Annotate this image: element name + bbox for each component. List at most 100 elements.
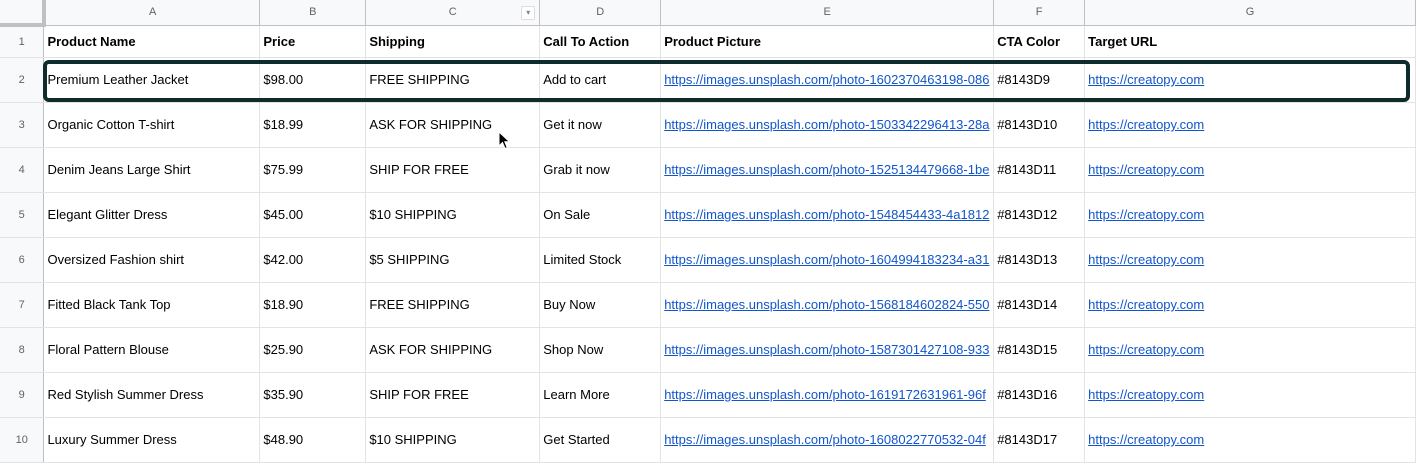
cell-picture[interactable]: https://images.unsplash.com/photo-158730… bbox=[660, 327, 995, 373]
row-number[interactable]: 10 bbox=[0, 417, 45, 463]
cell-cta[interactable]: Get it now bbox=[539, 102, 662, 148]
column-header-g[interactable]: G bbox=[1084, 0, 1416, 26]
cell-picture[interactable]: https://images.unsplash.com/photo-152513… bbox=[660, 147, 995, 193]
cell-cta[interactable]: Limited Stock bbox=[539, 237, 662, 283]
row-number[interactable]: 8 bbox=[0, 327, 45, 373]
cell-cta[interactable]: Get Started bbox=[539, 417, 662, 463]
cell-target-url[interactable]: https://creatopy.com bbox=[1084, 417, 1416, 463]
cell-picture[interactable]: https://images.unsplash.com/photo-150334… bbox=[660, 102, 995, 148]
header-cell-cta-color[interactable]: CTA Color bbox=[993, 25, 1086, 58]
picture-link[interactable]: https://images.unsplash.com/photo-161917… bbox=[664, 387, 986, 402]
target-url-link[interactable]: https://creatopy.com bbox=[1088, 432, 1204, 447]
cell-product-name[interactable]: Fitted Black Tank Top bbox=[43, 282, 261, 328]
cell-cta-color[interactable]: #8143D12 bbox=[993, 192, 1086, 238]
cell-cta[interactable]: Shop Now bbox=[539, 327, 662, 373]
cell-product-name[interactable]: Oversized Fashion shirt bbox=[43, 237, 261, 283]
cell-cta[interactable]: On Sale bbox=[539, 192, 662, 238]
cell-cta-color[interactable]: #8143D16 bbox=[993, 372, 1086, 418]
row-number[interactable]: 6 bbox=[0, 237, 45, 283]
row-number[interactable]: 1 bbox=[0, 25, 45, 58]
cell-price[interactable]: $18.90 bbox=[259, 282, 367, 328]
cell-picture[interactable]: https://images.unsplash.com/photo-154845… bbox=[660, 192, 995, 238]
picture-link[interactable]: https://images.unsplash.com/photo-156818… bbox=[664, 297, 989, 312]
cell-target-url[interactable]: https://creatopy.com bbox=[1084, 192, 1416, 238]
cell-shipping[interactable]: FREE SHIPPING bbox=[365, 57, 541, 103]
header-cell-target-url[interactable]: Target URL bbox=[1084, 25, 1416, 58]
column-header-a[interactable]: A bbox=[43, 0, 261, 26]
row-number[interactable]: 7 bbox=[0, 282, 45, 328]
cell-cta-color[interactable]: #8143D9 bbox=[993, 57, 1086, 103]
row-number[interactable]: 9 bbox=[0, 372, 45, 418]
cell-product-name[interactable]: Red Stylish Summer Dress bbox=[43, 372, 261, 418]
cell-shipping[interactable]: SHIP FOR FREE bbox=[365, 147, 541, 193]
target-url-link[interactable]: https://creatopy.com bbox=[1088, 117, 1204, 132]
cell-product-name[interactable]: Organic Cotton T-shirt bbox=[43, 102, 261, 148]
cell-price[interactable]: $98.00 bbox=[259, 57, 367, 103]
picture-link[interactable]: https://images.unsplash.com/photo-154845… bbox=[664, 207, 989, 222]
target-url-link[interactable]: https://creatopy.com bbox=[1088, 207, 1204, 222]
cell-shipping[interactable]: $10 SHIPPING bbox=[365, 417, 541, 463]
picture-link[interactable]: https://images.unsplash.com/photo-160237… bbox=[664, 72, 989, 87]
cell-picture[interactable]: https://images.unsplash.com/photo-160802… bbox=[660, 417, 995, 463]
target-url-link[interactable]: https://creatopy.com bbox=[1088, 297, 1204, 312]
target-url-link[interactable]: https://creatopy.com bbox=[1088, 387, 1204, 402]
target-url-link[interactable]: https://creatopy.com bbox=[1088, 342, 1204, 357]
picture-link[interactable]: https://images.unsplash.com/photo-152513… bbox=[664, 162, 989, 177]
cell-price[interactable]: $18.99 bbox=[259, 102, 367, 148]
cell-cta[interactable]: Grab it now bbox=[539, 147, 662, 193]
cell-price[interactable]: $75.99 bbox=[259, 147, 367, 193]
column-header-f[interactable]: F bbox=[993, 0, 1086, 26]
cell-price[interactable]: $48.90 bbox=[259, 417, 367, 463]
header-cell-shipping[interactable]: Shipping bbox=[365, 25, 541, 58]
picture-link[interactable]: https://images.unsplash.com/photo-160499… bbox=[664, 252, 989, 267]
picture-link[interactable]: https://images.unsplash.com/photo-160802… bbox=[664, 432, 986, 447]
cell-picture[interactable]: https://images.unsplash.com/photo-160237… bbox=[660, 57, 995, 103]
row-number[interactable]: 4 bbox=[0, 147, 45, 193]
target-url-link[interactable]: https://creatopy.com bbox=[1088, 72, 1204, 87]
cell-picture[interactable]: https://images.unsplash.com/photo-161917… bbox=[660, 372, 995, 418]
cell-cta[interactable]: Learn More bbox=[539, 372, 662, 418]
header-cell-price[interactable]: Price bbox=[259, 25, 367, 58]
filter-dropdown-icon[interactable]: ▾ bbox=[521, 6, 536, 20]
target-url-link[interactable]: https://creatopy.com bbox=[1088, 252, 1204, 267]
cell-shipping[interactable]: $5 SHIPPING bbox=[365, 237, 541, 283]
cell-price[interactable]: $35.90 bbox=[259, 372, 367, 418]
cell-product-name[interactable]: Premium Leather Jacket bbox=[43, 57, 261, 103]
cell-price[interactable]: $42.00 bbox=[259, 237, 367, 283]
cell-price[interactable]: $45.00 bbox=[259, 192, 367, 238]
cell-shipping[interactable]: SHIP FOR FREE bbox=[365, 372, 541, 418]
cell-shipping[interactable]: ASK FOR SHIPPING bbox=[365, 102, 541, 148]
header-cell-cta[interactable]: Call To Action bbox=[539, 25, 662, 58]
cell-price[interactable]: $25.90 bbox=[259, 327, 367, 373]
cell-cta-color[interactable]: #8143D13 bbox=[993, 237, 1086, 283]
cell-target-url[interactable]: https://creatopy.com bbox=[1084, 102, 1416, 148]
column-header-d[interactable]: D bbox=[539, 0, 662, 26]
cell-product-name[interactable]: Luxury Summer Dress bbox=[43, 417, 261, 463]
cell-cta[interactable]: Buy Now bbox=[539, 282, 662, 328]
cell-cta-color[interactable]: #8143D15 bbox=[993, 327, 1086, 373]
cell-cta-color[interactable]: #8143D14 bbox=[993, 282, 1086, 328]
cell-product-name[interactable]: Elegant Glitter Dress bbox=[43, 192, 261, 238]
cell-product-name[interactable]: Denim Jeans Large Shirt bbox=[43, 147, 261, 193]
column-header-c[interactable]: C ▾ bbox=[365, 0, 541, 26]
target-url-link[interactable]: https://creatopy.com bbox=[1088, 162, 1204, 177]
cell-shipping[interactable]: $10 SHIPPING bbox=[365, 192, 541, 238]
column-header-b[interactable]: B bbox=[259, 0, 367, 26]
cell-target-url[interactable]: https://creatopy.com bbox=[1084, 57, 1416, 103]
cell-cta-color[interactable]: #8143D10 bbox=[993, 102, 1086, 148]
cell-picture[interactable]: https://images.unsplash.com/photo-156818… bbox=[660, 282, 995, 328]
cell-cta[interactable]: Add to cart bbox=[539, 57, 662, 103]
cell-target-url[interactable]: https://creatopy.com bbox=[1084, 372, 1416, 418]
picture-link[interactable]: https://images.unsplash.com/photo-158730… bbox=[664, 342, 989, 357]
cell-target-url[interactable]: https://creatopy.com bbox=[1084, 237, 1416, 283]
column-header-e[interactable]: E bbox=[660, 0, 995, 26]
cell-shipping[interactable]: FREE SHIPPING bbox=[365, 282, 541, 328]
cell-target-url[interactable]: https://creatopy.com bbox=[1084, 282, 1416, 328]
row-number[interactable]: 3 bbox=[0, 102, 45, 148]
header-cell-picture[interactable]: Product Picture bbox=[660, 25, 995, 58]
cell-target-url[interactable]: https://creatopy.com bbox=[1084, 327, 1416, 373]
row-number[interactable]: 2 bbox=[0, 57, 45, 103]
cell-product-name[interactable]: Floral Pattern Blouse bbox=[43, 327, 261, 373]
row-number[interactable]: 5 bbox=[0, 192, 45, 238]
cell-picture[interactable]: https://images.unsplash.com/photo-160499… bbox=[660, 237, 995, 283]
